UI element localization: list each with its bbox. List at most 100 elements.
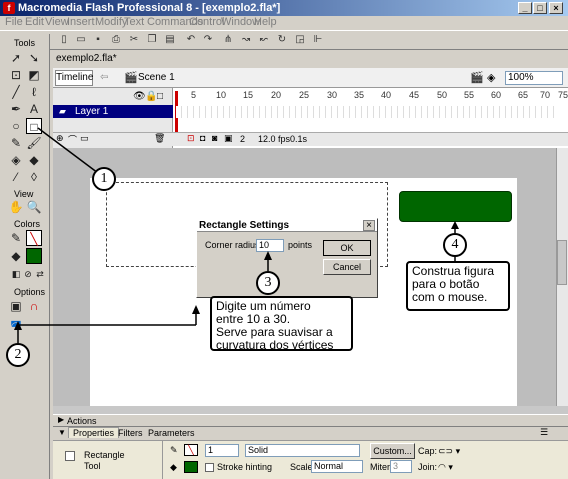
layer-name[interactable]: Layer 1 xyxy=(75,106,108,117)
horizontal-scrollbar[interactable] xyxy=(53,406,568,414)
menu-control[interactable]: Control xyxy=(189,16,224,28)
menu-help[interactable]: Help xyxy=(254,16,277,28)
edit-symbol-icon[interactable]: ◈ xyxy=(487,71,495,84)
fill-swatch-icon[interactable] xyxy=(26,248,42,264)
menu-insert[interactable]: Insert xyxy=(67,16,95,28)
onion-outline-icon[interactable]: ◙ xyxy=(212,133,217,143)
green-rectangle-shape[interactable] xyxy=(399,191,512,222)
panel-options-icon[interactable]: ☰ xyxy=(540,427,548,438)
minimize-button[interactable]: _ xyxy=(518,2,532,14)
close-button[interactable]: × xyxy=(549,2,563,14)
delete-layer-icon[interactable]: 🗑 xyxy=(154,133,165,144)
back-arrow-icon[interactable]: ⇦ xyxy=(100,72,108,83)
swap-colors-icon[interactable]: ⇄ xyxy=(32,266,48,282)
edit-multiple-icon[interactable]: ▣ xyxy=(224,133,233,144)
ok-button[interactable]: OK xyxy=(323,240,371,256)
custom-stroke-button[interactable]: Custom... xyxy=(370,443,415,459)
cut-icon[interactable]: ✂ xyxy=(128,34,140,46)
stroke-swatch-icon[interactable]: ╲ xyxy=(26,230,42,246)
stroke-color-swatch[interactable]: ╲ xyxy=(184,444,198,456)
stroke-style-select[interactable]: Solid xyxy=(245,444,360,457)
rotate-icon[interactable]: ↻ xyxy=(276,34,288,46)
rectangle-tool-icon[interactable]: □ xyxy=(26,118,42,134)
oval-tool-icon[interactable]: ○ xyxy=(8,118,24,134)
stroke-hinting-checkbox[interactable] xyxy=(205,463,214,472)
snap-icon[interactable]: ⋔ xyxy=(222,34,234,46)
edit-scene-icon[interactable]: 🎬 xyxy=(470,71,484,84)
object-drawing-icon[interactable]: ▣ xyxy=(8,298,24,314)
line-tool-icon[interactable]: ╱ xyxy=(8,84,24,100)
arrow-tool-icon[interactable]: ➚ xyxy=(8,50,24,66)
collapse-arrow-icon[interactable]: ▶ xyxy=(58,415,64,424)
align-icon[interactable]: ⊩ xyxy=(312,34,324,46)
hand-tool-icon[interactable]: ✋ xyxy=(8,199,24,215)
paint-bucket-tool-icon[interactable]: ◆ xyxy=(26,152,42,168)
pencil-tool-icon[interactable]: ✎ xyxy=(8,135,24,151)
snap-magnet-icon[interactable]: ∩ xyxy=(26,298,42,314)
lock-icon[interactable]: 🔒 xyxy=(145,91,157,102)
tab-properties[interactable]: Properties xyxy=(68,427,120,438)
new-icon[interactable]: ▯ xyxy=(58,34,70,46)
menu-file[interactable]: File xyxy=(5,16,23,28)
smooth-icon[interactable]: ↝ xyxy=(240,34,252,46)
fill-color-swatch[interactable] xyxy=(184,461,198,473)
tab-filters[interactable]: Filters xyxy=(118,428,143,438)
menu-edit[interactable]: Edit xyxy=(25,16,44,28)
stroke-color-icon[interactable]: ✎ xyxy=(8,230,24,246)
onion-skin-icon[interactable]: ◘ xyxy=(200,133,205,143)
document-tab[interactable]: exemplo2.fla* xyxy=(56,53,117,67)
redo-icon[interactable]: ↷ xyxy=(202,34,214,46)
actions-panel-header[interactable]: Actions xyxy=(53,414,568,426)
insert-folder-icon[interactable]: ▭ xyxy=(80,133,89,144)
fill-color-icon[interactable]: ◆ xyxy=(8,248,24,264)
eye-icon[interactable]: 👁 xyxy=(133,91,146,102)
round-rectangle-radius-icon[interactable]: ◚ xyxy=(8,318,24,334)
copy-icon[interactable]: ❐ xyxy=(146,34,158,46)
layer-row[interactable]: Layer 1 xyxy=(53,105,173,118)
stroke-width-input[interactable]: 1 xyxy=(205,444,239,457)
insert-layer-icon[interactable]: ⊕ xyxy=(56,133,64,144)
cancel-button[interactable]: Cancel xyxy=(323,259,371,275)
cap-select[interactable]: ⊂⊃ ▾ xyxy=(438,446,460,457)
expand-arrow-icon[interactable]: ▼ xyxy=(58,428,66,437)
maximize-button[interactable]: □ xyxy=(533,2,547,14)
tab-parameters[interactable]: Parameters xyxy=(148,428,195,438)
text-tool-icon[interactable]: A xyxy=(26,101,42,117)
menu-text[interactable]: Text xyxy=(124,16,144,28)
undo-icon[interactable]: ↶ xyxy=(185,34,197,46)
open-icon[interactable]: ▭ xyxy=(75,34,87,46)
scale-select[interactable]: Normal xyxy=(311,460,363,473)
straighten-icon[interactable]: ↜ xyxy=(258,34,270,46)
corner-radius-input[interactable]: 10 xyxy=(256,239,284,252)
brush-tool-icon[interactable]: 🖌 xyxy=(26,135,42,151)
menu-modify[interactable]: Modify xyxy=(95,16,127,28)
scale-icon[interactable]: ◲ xyxy=(294,34,306,46)
add-guide-icon[interactable]: ⌒ xyxy=(68,133,77,146)
save-icon[interactable]: ▪ xyxy=(92,34,104,46)
menu-view[interactable]: View xyxy=(45,16,69,28)
zoom-select[interactable]: 100% xyxy=(505,71,563,85)
actions-label[interactable]: Actions xyxy=(67,416,97,426)
eyedropper-tool-icon[interactable]: ⁄ xyxy=(8,169,24,185)
zoom-tool-icon[interactable]: 🔍 xyxy=(26,199,42,215)
dialog-close-button[interactable]: × xyxy=(363,220,375,231)
miter-input[interactable]: 3 xyxy=(390,460,412,473)
timeline-toggle-button[interactable]: Timeline xyxy=(55,70,93,86)
lasso-tool-icon[interactable]: ℓ xyxy=(26,84,42,100)
scrollbar-thumb[interactable] xyxy=(557,240,567,285)
frame-rate: 12.0 fps xyxy=(258,134,291,144)
print-icon[interactable]: ⎙ xyxy=(110,34,122,46)
ink-bottle-tool-icon[interactable]: ◈ xyxy=(8,152,24,168)
frame-cells[interactable] xyxy=(176,106,556,118)
document-tab-bar xyxy=(53,52,568,68)
subselect-tool-icon[interactable]: ➘ xyxy=(26,50,42,66)
paste-icon[interactable]: ▤ xyxy=(164,34,176,46)
fill-transform-tool-icon[interactable]: ◩ xyxy=(26,67,42,83)
pen-tool-icon[interactable]: ✒ xyxy=(8,101,24,117)
center-frame-icon[interactable]: ⊡ xyxy=(187,133,195,144)
join-select[interactable]: ◠ ▾ xyxy=(438,462,453,473)
eraser-tool-icon[interactable]: ◊ xyxy=(26,169,42,185)
outline-icon[interactable]: □ xyxy=(157,91,163,102)
tool-name-line: Rectangle xyxy=(84,450,125,460)
free-transform-tool-icon[interactable]: ⊡ xyxy=(8,67,24,83)
